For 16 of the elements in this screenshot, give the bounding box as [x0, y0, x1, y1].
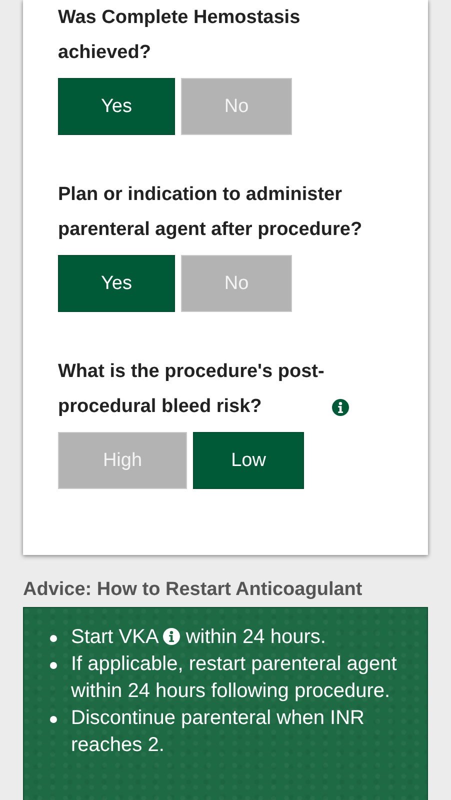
question-text: Was Complete Hemostasis achieved?: [58, 6, 302, 65]
bullet-dot: [50, 662, 57, 669]
advice-text: Start VKA: [71, 626, 158, 648]
bullet-dot: [50, 716, 57, 723]
question-text: What is the procedure's post-procedural bleed risk?: [58, 360, 326, 419]
option-button[interactable]: Low: [193, 432, 304, 489]
advice-text: within 24 hours.: [186, 626, 326, 648]
advice-text: Discontinue parenteral when INR reaches 2.: [71, 707, 364, 756]
info-icon[interactable]: [163, 628, 180, 645]
info-icon[interactable]: [332, 399, 349, 416]
option-button[interactable]: Yes: [58, 78, 175, 135]
advice-heading: Advice: How to Restart Anticoagulant: [23, 578, 364, 602]
bullet-dot: [50, 635, 57, 642]
question-text: Plan or indication to administer parenteral agent after procedure?: [58, 183, 364, 242]
advice-text: If applicable, restart parenteral agent within 24 hours following procedure.: [71, 653, 397, 702]
option-button[interactable]: Yes: [58, 255, 175, 312]
